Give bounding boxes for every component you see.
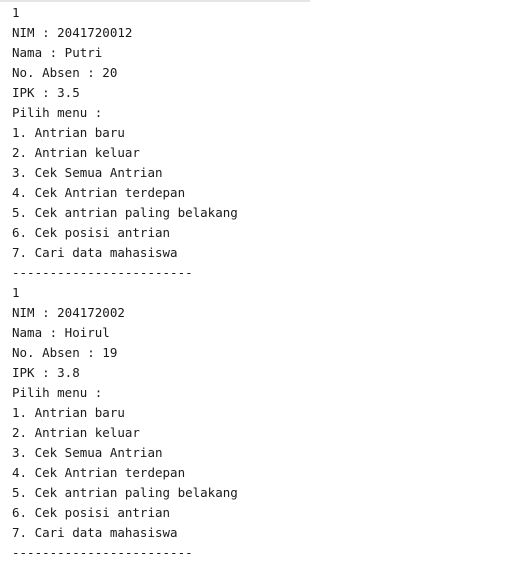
console-line-separator: ------------------------ bbox=[12, 545, 193, 560]
console-line-menu-item: 4. Cek Antrian terdepan bbox=[12, 185, 186, 200]
console-line-menu-item: 7. Cari data mahasiswa bbox=[12, 525, 178, 540]
console-line-absen: No. Absen : 19 bbox=[12, 345, 118, 360]
console-line-nim: NIM : 2041720012 bbox=[12, 25, 133, 40]
console-line-input: 1 bbox=[12, 5, 20, 20]
console-output: 1 NIM : 2041720012 Nama : Putri No. Abse… bbox=[12, 3, 238, 563]
console-line-menu-item: 5. Cek antrian paling belakang bbox=[12, 205, 238, 220]
top-border-line bbox=[0, 0, 310, 2]
console-line-menu-item: 3. Cek Semua Antrian bbox=[12, 445, 163, 460]
console-line-menu-header: Pilih menu : bbox=[12, 385, 103, 400]
console-line-menu-item: 3. Cek Semua Antrian bbox=[12, 165, 163, 180]
console-line-menu-item: 1. Antrian baru bbox=[12, 125, 125, 140]
console-line-nim: NIM : 204172002 bbox=[12, 305, 125, 320]
console-line-ipk: IPK : 3.8 bbox=[12, 365, 80, 380]
console-line-menu-item: 4. Cek Antrian terdepan bbox=[12, 465, 186, 480]
console-line-separator: ------------------------ bbox=[12, 265, 193, 280]
console-line-menu-item: 6. Cek posisi antrian bbox=[12, 225, 171, 240]
console-line-nama: Nama : Putri bbox=[12, 45, 103, 60]
console-line-menu-header: Pilih menu : bbox=[12, 105, 103, 120]
console-line-menu-item: 2. Antrian keluar bbox=[12, 145, 140, 160]
console-line-menu-item: 7. Cari data mahasiswa bbox=[12, 245, 178, 260]
console-line-ipk: IPK : 3.5 bbox=[12, 85, 80, 100]
console-line-menu-item: 1. Antrian baru bbox=[12, 405, 125, 420]
console-line-menu-item: 6. Cek posisi antrian bbox=[12, 505, 171, 520]
console-line-menu-item: 5. Cek antrian paling belakang bbox=[12, 485, 238, 500]
console-line-absen: No. Absen : 20 bbox=[12, 65, 118, 80]
console-line-menu-item: 2. Antrian keluar bbox=[12, 425, 140, 440]
console-line-nama: Nama : Hoirul bbox=[12, 325, 110, 340]
console-line-input: 1 bbox=[12, 285, 20, 300]
